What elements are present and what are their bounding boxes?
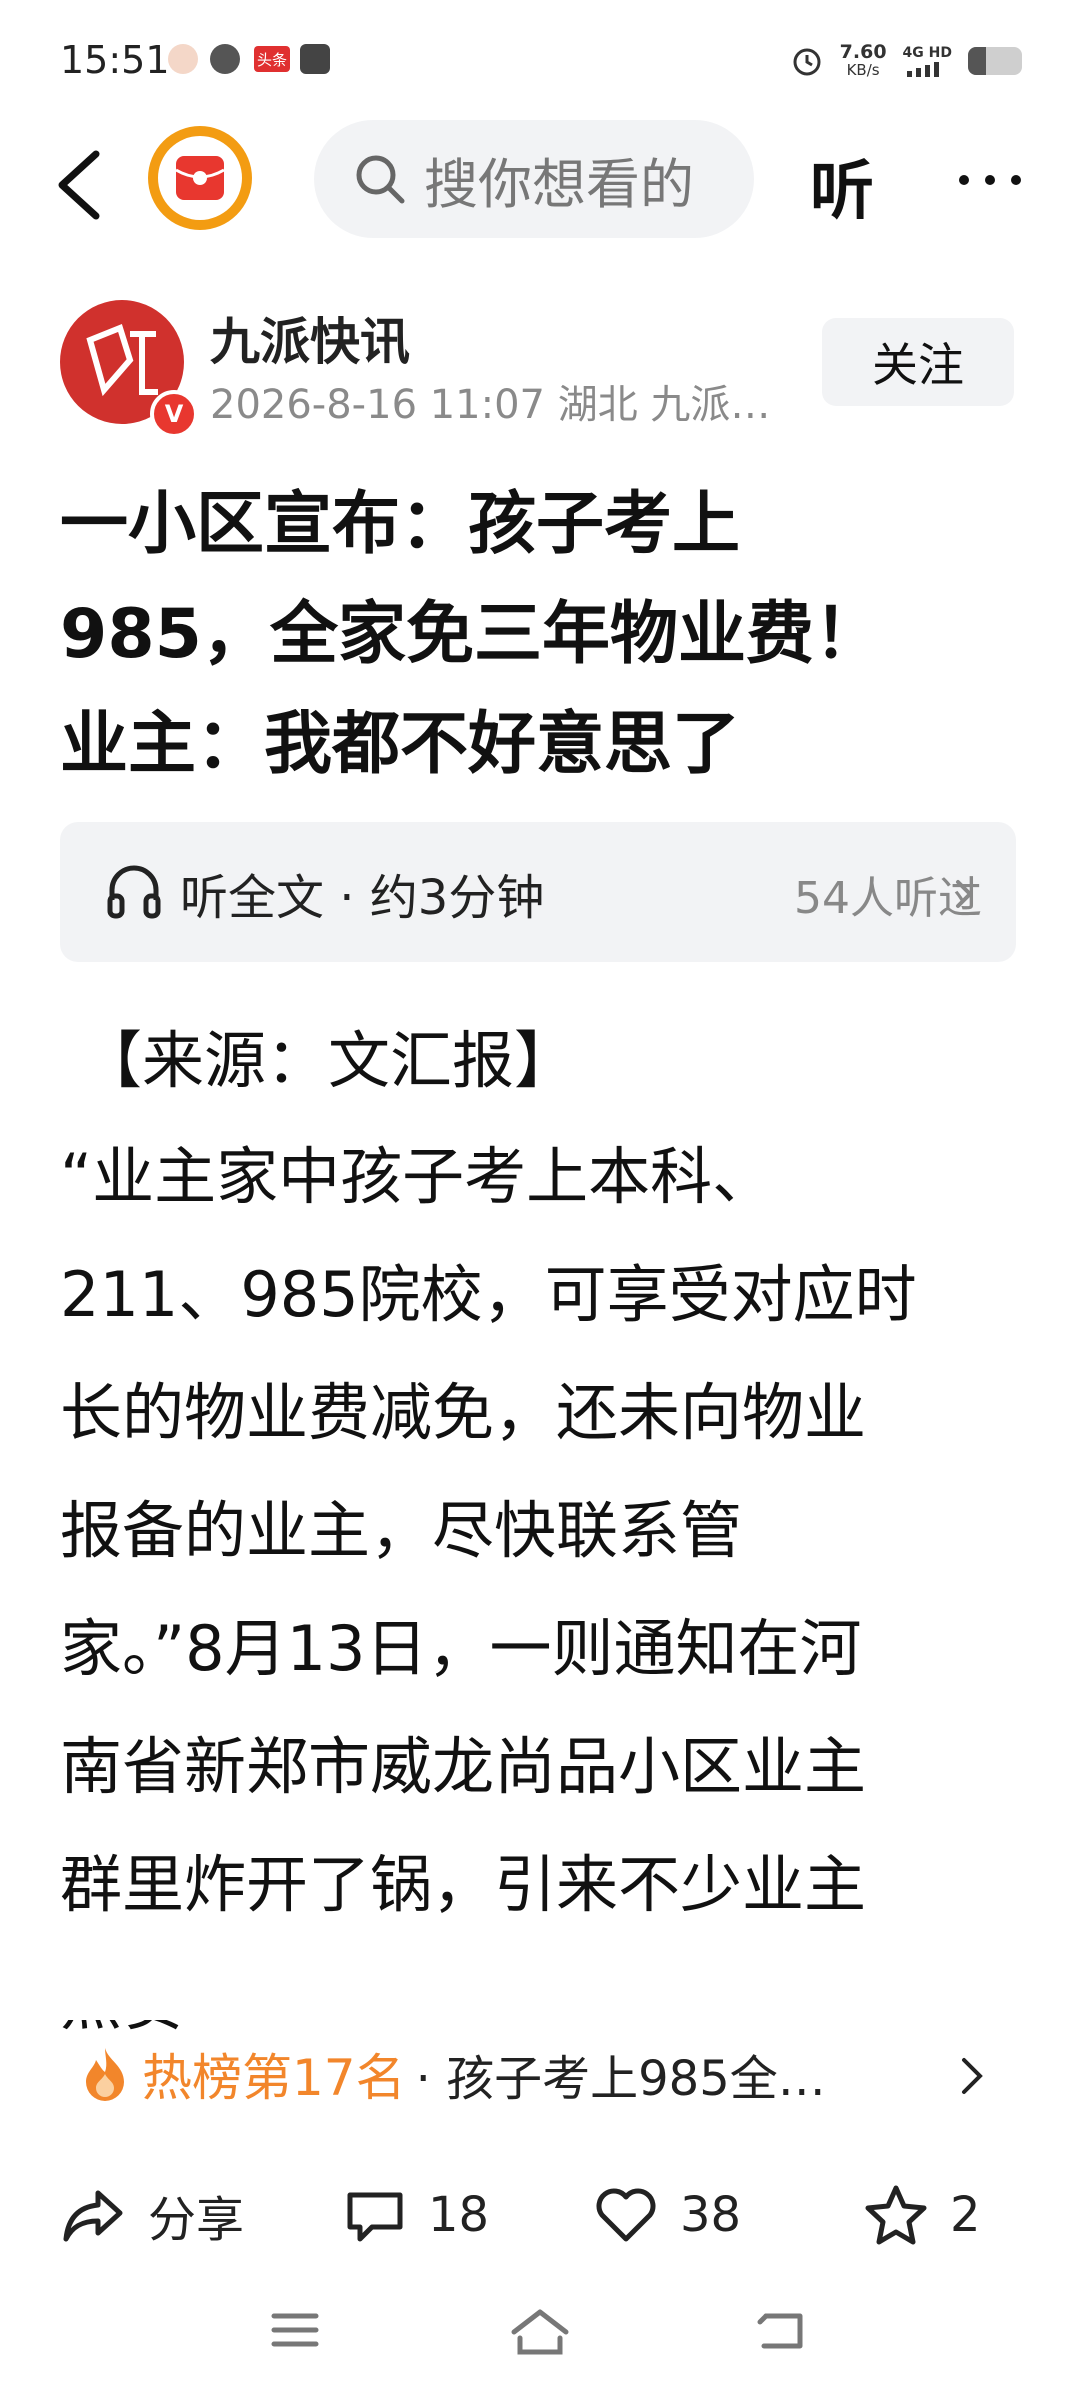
share-button[interactable]: 分享 bbox=[60, 2170, 244, 2260]
network-label: 4G HD bbox=[902, 45, 952, 61]
heart-icon bbox=[596, 2188, 656, 2242]
hot-rank-label: 热榜第17名 bbox=[142, 2049, 406, 2107]
status-right-group: 7.60 KB/s 4G HD bbox=[790, 36, 1022, 86]
like-button[interactable]: 38 bbox=[594, 2170, 741, 2260]
comment-button[interactable]: 18 bbox=[344, 2170, 489, 2260]
alarm-icon bbox=[793, 48, 821, 76]
like-count: 38 bbox=[680, 2187, 742, 2243]
share-icon bbox=[63, 2190, 123, 2242]
signal-group: 4G HD bbox=[903, 45, 952, 77]
back-arrow-icon bbox=[58, 150, 100, 220]
listen-full-text-label: 听全文 · 约3分钟 bbox=[180, 870, 545, 926]
body-line: 家。”8月13日，一则通知在河 bbox=[60, 1612, 862, 1685]
body-line: 群里炸开了锅，引来不少业主 bbox=[60, 1848, 867, 1921]
flame-icon bbox=[86, 2048, 124, 2101]
status-time: 15:51 bbox=[60, 38, 170, 82]
body-line: 长的物业费减免，还未向物业 bbox=[60, 1376, 867, 1449]
news-badge-label: 头条 bbox=[256, 50, 287, 69]
title-line: 985，全家免三年物业费！ bbox=[60, 595, 882, 674]
article-body: “业主家中孩子考上本科、 211、985院校，可享受对应时 长的物业费减免，还未… bbox=[60, 1118, 1040, 2062]
hot-rank-bar[interactable]: 热榜第17名 · 孩子考上985全… bbox=[78, 2034, 998, 2114]
news-app-icon: 头条 bbox=[254, 46, 290, 72]
search-icon bbox=[356, 155, 405, 204]
wechat-icon bbox=[210, 44, 240, 74]
more-dots-icon bbox=[959, 175, 1021, 185]
network-speed: 7.60 KB/s bbox=[839, 41, 887, 80]
content-cutoff bbox=[0, 1960, 1080, 2020]
home-icon[interactable] bbox=[508, 2308, 572, 2358]
profile-avatar-icon bbox=[168, 44, 198, 74]
verified-badge: V bbox=[150, 390, 198, 438]
body-line: “业主家中孩子考上本科、 bbox=[60, 1140, 775, 1213]
more-button[interactable] bbox=[950, 150, 1030, 210]
body-line: 南省新郑市威龙尚品小区业主 bbox=[60, 1730, 867, 1803]
article-source: 【来源：文汇报】 bbox=[80, 1024, 577, 1097]
comment-icon bbox=[347, 2192, 403, 2242]
share-label: 分享 bbox=[148, 2192, 245, 2248]
article-title: 一小区宣布：孩子考上 985，全家免三年物业费！ 业主：我都不好意思了 bbox=[60, 470, 1020, 800]
comment-count: 18 bbox=[428, 2187, 490, 2243]
star-icon bbox=[865, 2185, 927, 2245]
listen-button[interactable]: 听 bbox=[810, 140, 874, 232]
battery-icon bbox=[968, 47, 1022, 75]
author-name[interactable]: 九派快讯 bbox=[210, 302, 410, 374]
favorite-count: 2 bbox=[950, 2187, 981, 2243]
speed-value: 7.60 bbox=[839, 41, 887, 63]
hot-bar-chevron-icon[interactable] bbox=[958, 2054, 986, 2098]
red-packet-button[interactable] bbox=[148, 126, 252, 230]
title-line: 一小区宣布：孩子考上 bbox=[60, 485, 741, 564]
hot-topic-label: · 孩子考上985全… bbox=[415, 2051, 826, 2107]
search-placeholder: 搜你想看的 bbox=[424, 152, 694, 216]
author-meta: 2026-8-16 11:07 湖北 九派… bbox=[210, 382, 771, 428]
search-bar[interactable]: 搜你想看的 bbox=[314, 120, 754, 238]
headphones-icon bbox=[107, 865, 161, 919]
title-line: 业主：我都不好意思了 bbox=[60, 705, 741, 784]
signal-icon bbox=[907, 62, 940, 77]
body-line: 211、985院校，可享受对应时 bbox=[60, 1258, 917, 1331]
body-line: 报备的业主，尽快联系管 bbox=[60, 1494, 743, 1567]
message-icon bbox=[300, 44, 330, 74]
follow-button[interactable]: 关注 bbox=[822, 318, 1014, 406]
speed-unit: KB/s bbox=[846, 61, 880, 79]
menu-icon[interactable] bbox=[270, 2308, 320, 2352]
back-button[interactable] bbox=[48, 140, 118, 230]
favorite-button[interactable]: 2 bbox=[864, 2170, 981, 2260]
back-nav-icon[interactable] bbox=[756, 2308, 808, 2354]
red-packet-icon bbox=[158, 136, 242, 220]
chevron-right-icon bbox=[956, 880, 973, 908]
